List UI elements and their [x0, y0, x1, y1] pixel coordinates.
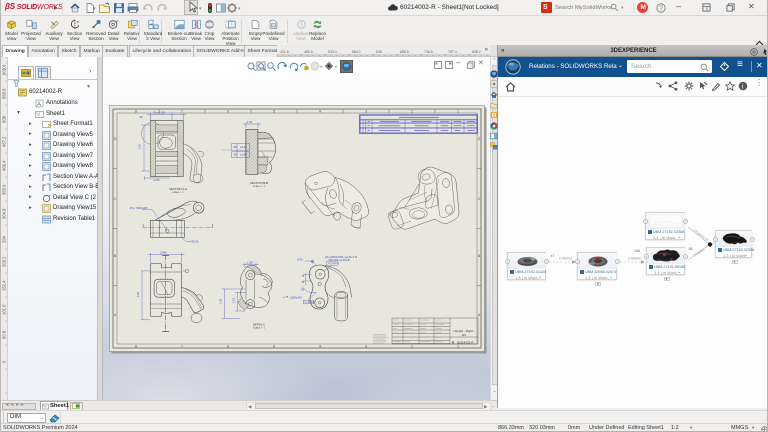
svg-text:Children: Children: [692, 248, 705, 258]
svg-text:2X ⌀.6250±.0005 ▢⌀1.38 ↧.22: 2X ⌀.6250±.0005 ▢⌀1.38 ↧.22: [325, 256, 358, 259]
svg-text:DETAIL C: DETAIL C: [253, 323, 265, 327]
svg-text:3: 3: [365, 345, 367, 349]
svg-text:584.2: 584.2: [352, 50, 361, 54]
svg-text:7: 7: [181, 109, 183, 113]
svg-text:.80: .80: [139, 115, 143, 119]
svg-text:8: 8: [135, 109, 137, 113]
svg-text:RX: RX: [462, 333, 466, 337]
svg-text:.500±.005 ⊙⌀.25 A B: .500±.005 ⊙⌀.25 A B: [328, 259, 350, 262]
svg-text:558.8: 558.8: [2, 88, 7, 99]
svg-text:787.4: 787.4: [448, 50, 457, 54]
svg-text:304.8: 304.8: [2, 208, 7, 219]
svg-text:⌀1.80: ⌀1.80: [240, 153, 247, 157]
svg-text:SECTION A-A: SECTION A-A: [169, 187, 187, 191]
svg-text:Children: Children: [628, 257, 641, 261]
svg-text:482.6: 482.6: [304, 50, 313, 54]
svg-text:1.00: 1.00: [247, 120, 253, 124]
svg-text:152.4: 152.4: [2, 280, 7, 291]
svg-text:A: A: [37, 102, 41, 108]
svg-text:B: B: [478, 254, 480, 258]
svg-text:508: 508: [2, 115, 7, 123]
svg-text:685.8: 685.8: [400, 50, 409, 54]
svg-text:4X ⌀ .500±.005: 4X ⌀ .500±.005: [130, 206, 148, 210]
svg-text:⌀.75: ⌀.75: [283, 295, 289, 299]
svg-text:5: 5: [273, 345, 275, 349]
svg-text:⊙ .25 A B: ⊙ .25 A B: [305, 301, 315, 304]
svg-text:6: 6: [227, 345, 229, 349]
svg-text:431.8: 431.8: [280, 50, 289, 54]
svg-text:1: 1: [457, 345, 459, 349]
svg-text:SCALE 2 : 1: SCALE 2 : 1: [253, 327, 266, 330]
svg-text:4.475: 4.475: [153, 178, 160, 182]
svg-text:2: 2: [411, 345, 413, 349]
svg-text:R6.35: R6.35: [192, 240, 199, 244]
svg-text:2.30: 2.30: [138, 143, 142, 149]
svg-text:5: 5: [273, 109, 275, 113]
svg-text:.35: .35: [233, 153, 237, 157]
svg-text:⌀2.30: ⌀2.30: [240, 145, 247, 149]
svg-text:SCALE 1 : 2: SCALE 1 : 2: [172, 191, 185, 194]
svg-text:⌀1.1260 B: ⌀1.1260 B: [328, 262, 339, 265]
svg-text:6: 6: [227, 109, 229, 113]
svg-text:8: 8: [135, 345, 137, 349]
svg-text:.96: .96: [233, 145, 237, 149]
svg-text:2X ⌀1.126: 2X ⌀1.126: [153, 111, 166, 115]
svg-text:60214002-R: 60214002-R: [457, 340, 474, 344]
svg-text:5.00: 5.00: [136, 291, 140, 297]
svg-text:146: 146: [634, 249, 640, 253]
svg-text:203.2: 203.2: [2, 256, 7, 267]
svg-text:2.30: 2.30: [219, 298, 223, 304]
svg-text:838.2: 838.2: [472, 50, 481, 54]
svg-text:SECTION B-B: SECTION B-B: [250, 181, 268, 185]
svg-text:88: 88: [689, 247, 693, 251]
svg-text:Children: Children: [559, 257, 572, 261]
svg-text:1: 1: [457, 109, 459, 113]
svg-text:736.6: 736.6: [424, 50, 433, 54]
svg-text:1.15: 1.15: [232, 297, 236, 303]
svg-text:635: 635: [376, 50, 382, 54]
svg-text:533.4: 533.4: [328, 50, 337, 54]
svg-text:50.8: 50.8: [2, 330, 7, 339]
svg-text:254: 254: [2, 235, 7, 243]
svg-text:2: 2: [411, 109, 413, 113]
svg-text:355.6: 355.6: [2, 184, 7, 195]
svg-text:B: B: [114, 254, 116, 258]
svg-text:1.126: 1.126: [247, 261, 254, 265]
svg-text:Drawing Of: Drawing Of: [693, 229, 710, 243]
svg-text:47: 47: [551, 254, 555, 258]
svg-text:4: 4: [319, 109, 321, 113]
svg-text:SCALE 1 : 2: SCALE 1 : 2: [253, 185, 266, 188]
svg-text:?: ?: [659, 5, 663, 12]
svg-text:609.6: 609.6: [2, 64, 7, 75]
svg-text:i: i: [742, 82, 744, 90]
svg-text:4: 4: [319, 345, 321, 349]
svg-text:3: 3: [365, 109, 367, 113]
svg-text:R.50: R.50: [298, 260, 304, 262]
svg-text:457.2: 457.2: [2, 136, 7, 147]
svg-text:406.4: 406.4: [2, 160, 7, 171]
svg-text:101.6: 101.6: [2, 304, 7, 315]
svg-text:7: 7: [181, 345, 183, 349]
svg-text:⌀.500±.005: ⌀.500±.005: [290, 297, 302, 300]
svg-text:0: 0: [2, 360, 7, 363]
svg-text:3.940: 3.940: [160, 251, 167, 255]
